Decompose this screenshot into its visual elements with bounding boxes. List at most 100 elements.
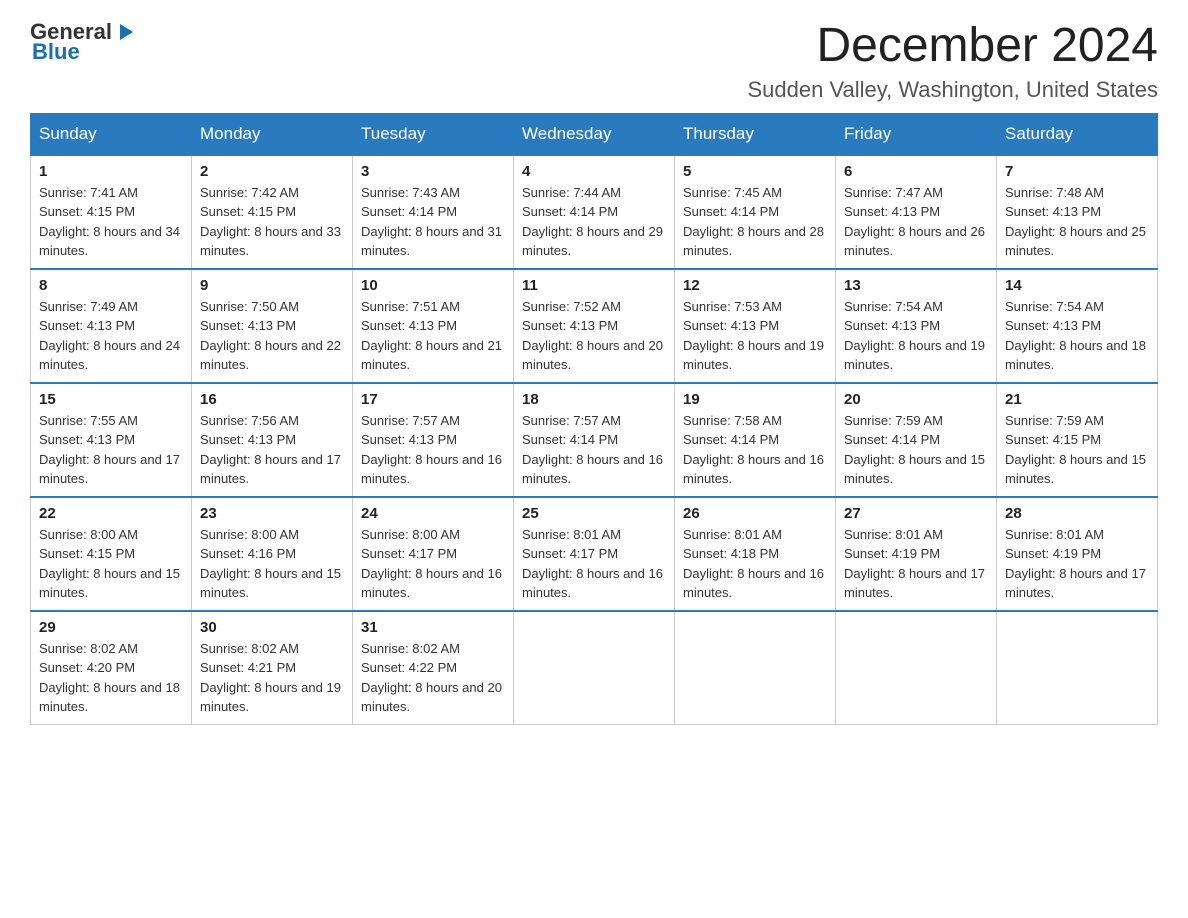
calendar-day-cell: 2 Sunrise: 7:42 AM Sunset: 4:15 PM Dayli… [192, 155, 353, 269]
calendar-day-cell: 3 Sunrise: 7:43 AM Sunset: 4:14 PM Dayli… [353, 155, 514, 269]
day-number: 12 [683, 277, 827, 294]
day-info: Sunrise: 7:57 AM Sunset: 4:14 PM Dayligh… [522, 411, 666, 489]
day-number: 29 [39, 619, 183, 636]
calendar-day-cell: 12 Sunrise: 7:53 AM Sunset: 4:13 PM Dayl… [675, 269, 836, 383]
weekday-header: Tuesday [353, 113, 514, 155]
day-number: 19 [683, 391, 827, 408]
location-subtitle: Sudden Valley, Washington, United States [747, 77, 1158, 103]
day-info: Sunrise: 8:01 AM Sunset: 4:17 PM Dayligh… [522, 525, 666, 603]
day-info: Sunrise: 7:55 AM Sunset: 4:13 PM Dayligh… [39, 411, 183, 489]
weekday-header: Wednesday [514, 113, 675, 155]
calendar-day-cell: 9 Sunrise: 7:50 AM Sunset: 4:13 PM Dayli… [192, 269, 353, 383]
day-number: 7 [1005, 163, 1149, 180]
day-number: 14 [1005, 277, 1149, 294]
day-info: Sunrise: 7:50 AM Sunset: 4:13 PM Dayligh… [200, 297, 344, 375]
calendar-day-cell: 8 Sunrise: 7:49 AM Sunset: 4:13 PM Dayli… [31, 269, 192, 383]
day-number: 30 [200, 619, 344, 636]
calendar-day-cell [997, 611, 1158, 725]
day-info: Sunrise: 7:45 AM Sunset: 4:14 PM Dayligh… [683, 183, 827, 261]
day-info: Sunrise: 7:54 AM Sunset: 4:13 PM Dayligh… [844, 297, 988, 375]
day-info: Sunrise: 8:00 AM Sunset: 4:17 PM Dayligh… [361, 525, 505, 603]
day-number: 6 [844, 163, 988, 180]
calendar-day-cell: 1 Sunrise: 7:41 AM Sunset: 4:15 PM Dayli… [31, 155, 192, 269]
day-info: Sunrise: 7:52 AM Sunset: 4:13 PM Dayligh… [522, 297, 666, 375]
day-info: Sunrise: 7:48 AM Sunset: 4:13 PM Dayligh… [1005, 183, 1149, 261]
calendar-day-cell: 5 Sunrise: 7:45 AM Sunset: 4:14 PM Dayli… [675, 155, 836, 269]
weekday-header: Sunday [31, 113, 192, 155]
weekday-header: Monday [192, 113, 353, 155]
day-info: Sunrise: 7:57 AM Sunset: 4:13 PM Dayligh… [361, 411, 505, 489]
day-number: 2 [200, 163, 344, 180]
calendar-week-row: 29 Sunrise: 8:02 AM Sunset: 4:20 PM Dayl… [31, 611, 1158, 725]
day-number: 3 [361, 163, 505, 180]
calendar-week-row: 1 Sunrise: 7:41 AM Sunset: 4:15 PM Dayli… [31, 155, 1158, 269]
calendar-day-cell: 7 Sunrise: 7:48 AM Sunset: 4:13 PM Dayli… [997, 155, 1158, 269]
day-info: Sunrise: 7:41 AM Sunset: 4:15 PM Dayligh… [39, 183, 183, 261]
day-info: Sunrise: 7:54 AM Sunset: 4:13 PM Dayligh… [1005, 297, 1149, 375]
day-info: Sunrise: 7:59 AM Sunset: 4:15 PM Dayligh… [1005, 411, 1149, 489]
day-number: 18 [522, 391, 666, 408]
calendar-week-row: 8 Sunrise: 7:49 AM Sunset: 4:13 PM Dayli… [31, 269, 1158, 383]
day-info: Sunrise: 7:42 AM Sunset: 4:15 PM Dayligh… [200, 183, 344, 261]
day-number: 27 [844, 505, 988, 522]
calendar-day-cell: 13 Sunrise: 7:54 AM Sunset: 4:13 PM Dayl… [836, 269, 997, 383]
day-number: 13 [844, 277, 988, 294]
day-info: Sunrise: 7:53 AM Sunset: 4:13 PM Dayligh… [683, 297, 827, 375]
calendar-day-cell: 21 Sunrise: 7:59 AM Sunset: 4:15 PM Dayl… [997, 383, 1158, 497]
calendar-day-cell: 15 Sunrise: 7:55 AM Sunset: 4:13 PM Dayl… [31, 383, 192, 497]
calendar-day-cell: 11 Sunrise: 7:52 AM Sunset: 4:13 PM Dayl… [514, 269, 675, 383]
calendar-day-cell: 24 Sunrise: 8:00 AM Sunset: 4:17 PM Dayl… [353, 497, 514, 611]
day-number: 22 [39, 505, 183, 522]
day-info: Sunrise: 7:43 AM Sunset: 4:14 PM Dayligh… [361, 183, 505, 261]
day-info: Sunrise: 8:02 AM Sunset: 4:22 PM Dayligh… [361, 639, 505, 717]
day-number: 20 [844, 391, 988, 408]
day-info: Sunrise: 8:01 AM Sunset: 4:19 PM Dayligh… [1005, 525, 1149, 603]
day-number: 31 [361, 619, 505, 636]
day-info: Sunrise: 8:00 AM Sunset: 4:16 PM Dayligh… [200, 525, 344, 603]
day-number: 5 [683, 163, 827, 180]
day-number: 16 [200, 391, 344, 408]
day-number: 24 [361, 505, 505, 522]
day-number: 21 [1005, 391, 1149, 408]
day-info: Sunrise: 8:02 AM Sunset: 4:20 PM Dayligh… [39, 639, 183, 717]
day-number: 15 [39, 391, 183, 408]
day-info: Sunrise: 8:01 AM Sunset: 4:19 PM Dayligh… [844, 525, 988, 603]
weekday-header: Friday [836, 113, 997, 155]
calendar-day-cell: 20 Sunrise: 7:59 AM Sunset: 4:14 PM Dayl… [836, 383, 997, 497]
page-header: General Blue December 2024 Sudden Valley… [30, 20, 1158, 103]
day-info: Sunrise: 8:02 AM Sunset: 4:21 PM Dayligh… [200, 639, 344, 717]
weekday-header: Saturday [997, 113, 1158, 155]
calendar-day-cell [514, 611, 675, 725]
day-info: Sunrise: 7:49 AM Sunset: 4:13 PM Dayligh… [39, 297, 183, 375]
calendar-day-cell [836, 611, 997, 725]
calendar-day-cell: 10 Sunrise: 7:51 AM Sunset: 4:13 PM Dayl… [353, 269, 514, 383]
logo-blue: Blue [32, 40, 133, 64]
title-block: December 2024 Sudden Valley, Washington,… [747, 20, 1158, 103]
logo: General Blue [30, 20, 133, 64]
calendar-day-cell: 25 Sunrise: 8:01 AM Sunset: 4:17 PM Dayl… [514, 497, 675, 611]
calendar-day-cell: 4 Sunrise: 7:44 AM Sunset: 4:14 PM Dayli… [514, 155, 675, 269]
calendar-week-row: 15 Sunrise: 7:55 AM Sunset: 4:13 PM Dayl… [31, 383, 1158, 497]
day-info: Sunrise: 7:44 AM Sunset: 4:14 PM Dayligh… [522, 183, 666, 261]
calendar-day-cell: 30 Sunrise: 8:02 AM Sunset: 4:21 PM Dayl… [192, 611, 353, 725]
day-info: Sunrise: 7:47 AM Sunset: 4:13 PM Dayligh… [844, 183, 988, 261]
day-info: Sunrise: 7:58 AM Sunset: 4:14 PM Dayligh… [683, 411, 827, 489]
day-number: 17 [361, 391, 505, 408]
calendar-day-cell: 16 Sunrise: 7:56 AM Sunset: 4:13 PM Dayl… [192, 383, 353, 497]
calendar-header: SundayMondayTuesdayWednesdayThursdayFrid… [31, 113, 1158, 155]
calendar-day-cell: 26 Sunrise: 8:01 AM Sunset: 4:18 PM Dayl… [675, 497, 836, 611]
calendar-body: 1 Sunrise: 7:41 AM Sunset: 4:15 PM Dayli… [31, 155, 1158, 725]
calendar-day-cell: 23 Sunrise: 8:00 AM Sunset: 4:16 PM Dayl… [192, 497, 353, 611]
day-number: 23 [200, 505, 344, 522]
calendar-day-cell: 6 Sunrise: 7:47 AM Sunset: 4:13 PM Dayli… [836, 155, 997, 269]
day-number: 11 [522, 277, 666, 294]
day-info: Sunrise: 7:51 AM Sunset: 4:13 PM Dayligh… [361, 297, 505, 375]
day-info: Sunrise: 8:01 AM Sunset: 4:18 PM Dayligh… [683, 525, 827, 603]
calendar-day-cell: 28 Sunrise: 8:01 AM Sunset: 4:19 PM Dayl… [997, 497, 1158, 611]
day-info: Sunrise: 8:00 AM Sunset: 4:15 PM Dayligh… [39, 525, 183, 603]
logo-arrow-icon [120, 24, 133, 40]
day-info: Sunrise: 7:59 AM Sunset: 4:14 PM Dayligh… [844, 411, 988, 489]
calendar-day-cell: 17 Sunrise: 7:57 AM Sunset: 4:13 PM Dayl… [353, 383, 514, 497]
day-number: 26 [683, 505, 827, 522]
month-title: December 2024 [747, 20, 1158, 73]
